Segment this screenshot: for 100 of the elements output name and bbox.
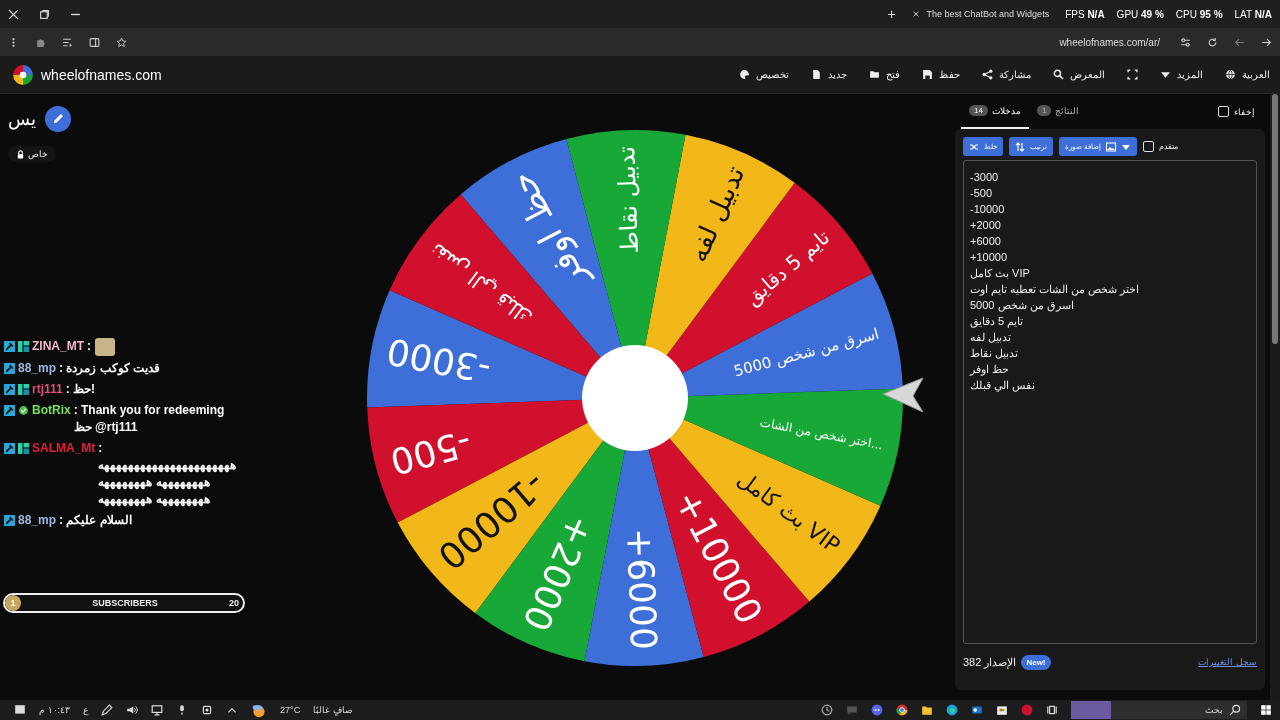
entry-text: +2000 (970, 218, 1002, 233)
chat-username: rtj111 (32, 381, 63, 398)
chat-message: : Thank you for redeeming حظ @rtj111 (73, 402, 226, 436)
subscribers-goal: 20 (229, 598, 239, 608)
nav-item[interactable]: حفظ (922, 69, 960, 80)
entry-text: -10000 (970, 202, 1006, 217)
camera-icon[interactable] (201, 704, 214, 716)
chat-message: : ههههههههههههههههههههههه ههههههههه ههههههههه ههههههههه ههههههههه (98, 440, 236, 508)
tab-label: النتائج (1055, 105, 1080, 116)
entry-text: حظ اوفر (970, 362, 1011, 377)
tune-icon[interactable] (1180, 36, 1191, 48)
chat-message: : السلام عليكم (59, 512, 132, 529)
search-icon (1053, 69, 1064, 80)
logo-text[interactable]: wheelofnames.com (41, 66, 162, 83)
version-text: الإصدار 382 (963, 655, 1017, 669)
edge-icon[interactable] (946, 704, 958, 716)
changelog-link[interactable]: سجل التغييرات (1198, 657, 1257, 667)
globe-icon (1225, 69, 1236, 80)
network-icon[interactable] (151, 704, 164, 716)
search-icon (1229, 704, 1241, 716)
restore-icon[interactable] (39, 8, 50, 20)
subscribers-label: SUBSCRIBERS (92, 598, 158, 608)
logo-icon[interactable] (12, 63, 34, 86)
perf-reading: GPU 49 % (1116, 8, 1164, 20)
chat-username: 88_mp (18, 512, 57, 529)
address-text[interactable]: wheelofnames.com/ar/ (1059, 36, 1160, 48)
image-icon (1105, 141, 1116, 152)
folder-icon (869, 69, 880, 80)
puzzle-icon[interactable] (35, 36, 46, 48)
visibility-badge[interactable]: خاص (8, 146, 56, 162)
pen-icon[interactable] (101, 704, 114, 716)
nav-item[interactable]: العربية (1225, 69, 1270, 80)
nav-item[interactable]: المزيد (1160, 69, 1203, 80)
close-icon[interactable] (911, 10, 920, 18)
task-view-icon[interactable] (1046, 704, 1058, 716)
mail-icon[interactable] (971, 704, 983, 716)
search-field[interactable]: بحث (1071, 701, 1247, 719)
tab-title: The best ChatBot and Widgets (926, 9, 1050, 19)
tab-label: مدخلات (991, 105, 1021, 116)
reload-icon[interactable] (1207, 36, 1218, 48)
nav-item[interactable]: مشاركة (982, 69, 1031, 80)
store-icon[interactable] (996, 704, 1008, 716)
scrollbar[interactable] (1270, 94, 1280, 700)
entry-text: -500 (970, 186, 994, 201)
save-icon (922, 69, 933, 80)
moderator-badge-icon (4, 443, 15, 454)
pencil-icon (51, 112, 65, 126)
sort-icon (1015, 141, 1025, 152)
chat-message: : حظ! (65, 381, 96, 398)
back-icon[interactable] (1234, 36, 1245, 48)
entry-text: بث كامل VIP (970, 266, 1031, 281)
playlist-icon[interactable] (62, 36, 73, 48)
chat-username: SALMA_Mt (32, 440, 96, 457)
folder-icon[interactable] (921, 704, 933, 716)
wheel-label: تدبيل نقاط (612, 145, 644, 254)
moderator-badge-icon (4, 405, 15, 416)
sidebar-icon[interactable] (89, 36, 100, 48)
temperature-text[interactable]: 27°C (280, 705, 301, 715)
count-badge: 1 (1036, 105, 1052, 116)
discord-icon[interactable] (871, 704, 883, 716)
shuffle-icon (969, 141, 979, 152)
windows-start-icon[interactable] (1260, 704, 1272, 716)
entry-text: تدبيل لفه (970, 330, 1013, 345)
chat-username: 88_mp (18, 360, 57, 377)
fullscreen-icon[interactable] (1127, 69, 1138, 80)
new-badge: New! (1021, 654, 1051, 670)
entry-text: +10000 (970, 250, 1008, 265)
wheel-label: اسرق من شخص 5000 (732, 324, 881, 381)
palette-icon (739, 69, 750, 80)
checkbox-label: متقدم (1158, 142, 1178, 151)
star-icon[interactable] (116, 36, 127, 48)
close-icon[interactable] (8, 8, 19, 20)
chat-message: : قديت كوكب زمردة (59, 360, 161, 377)
weather-text[interactable]: صافٍ غالبًا (313, 705, 353, 715)
browser-icon[interactable] (896, 704, 908, 716)
volume-icon[interactable] (126, 704, 139, 716)
nav-item[interactable]: المعرض (1053, 69, 1105, 80)
wheel-title: يس (8, 108, 36, 130)
entry-text: اختر شخص من الشات تعطيه تايم اوت (970, 282, 1141, 297)
advanced-checkbox[interactable] (1142, 141, 1154, 152)
moderator-badge-icon (4, 363, 15, 374)
nav-item[interactable]: فتح (869, 69, 900, 80)
nav-item[interactable]: جديد (811, 69, 847, 80)
edit-button[interactable] (45, 106, 71, 132)
entry-text: اسرق من شخص 5000 (970, 298, 1075, 313)
hide-checkbox[interactable] (1218, 106, 1229, 117)
file-icon (811, 69, 822, 80)
clock-text[interactable]: ١٠:٤٣ م (39, 705, 71, 715)
forward-icon[interactable] (1261, 36, 1272, 48)
moderator-badge-icon (4, 341, 15, 352)
language-indicator[interactable]: ع (83, 705, 89, 715)
clock-icon[interactable] (821, 704, 833, 716)
browser-tab[interactable]: The best ChatBot and Widgets (905, 9, 1056, 19)
wheel-label: -500 (386, 421, 476, 483)
notification-icon[interactable] (14, 704, 26, 716)
new-tab-button[interactable]: + (887, 6, 896, 22)
weather-icon[interactable] (251, 702, 268, 718)
nav-item[interactable]: تخصيص (739, 69, 789, 80)
record-icon[interactable] (1021, 704, 1033, 716)
search-banner-picture (1071, 701, 1111, 719)
